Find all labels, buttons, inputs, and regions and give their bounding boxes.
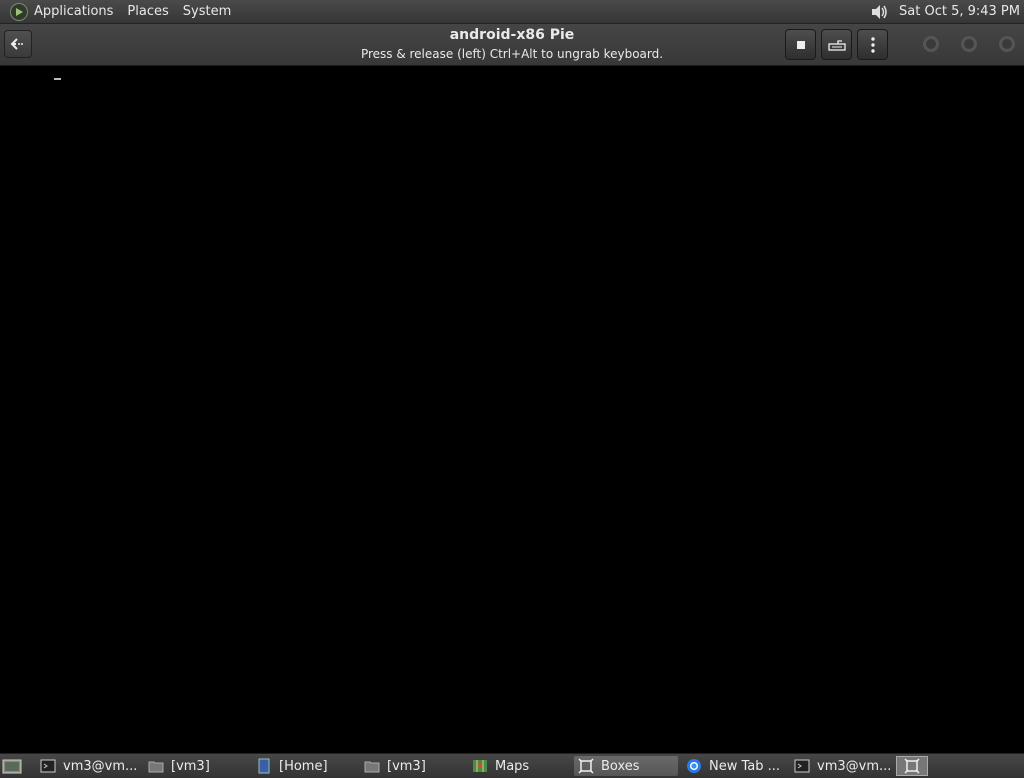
task-maps[interactable]: Maps: [468, 756, 572, 776]
taskbar: vm3@vm... [vm3] [Home] [vm3] Maps Boxes: [0, 753, 1024, 778]
menu-system[interactable]: System: [183, 4, 231, 19]
task-label: vm3@vm...: [817, 758, 892, 774]
folder-icon: [148, 761, 164, 773]
show-desktop-icon[interactable]: [2, 757, 22, 775]
task-home[interactable]: [Home]: [252, 756, 356, 776]
task-folder-vm3-1[interactable]: [vm3]: [144, 756, 248, 776]
text-cursor: [54, 78, 61, 80]
menu-applications[interactable]: Applications: [34, 4, 113, 19]
send-keys-button[interactable]: [821, 29, 852, 60]
stop-button[interactable]: [785, 29, 816, 60]
terminal-icon: [40, 759, 56, 773]
task-terminal-2[interactable]: vm3@vm...: [790, 756, 894, 776]
stop-icon: [796, 40, 805, 49]
window-title: android-x86 Pie: [449, 27, 575, 43]
task-label: [vm3]: [387, 758, 426, 774]
vm-display[interactable]: [0, 66, 1024, 753]
task-terminal-1[interactable]: vm3@vm...: [36, 756, 140, 776]
distro-logo-icon[interactable]: [10, 2, 28, 21]
close-button[interactable]: [999, 36, 1015, 52]
boxes-icon: [578, 758, 594, 774]
task-label: Maps: [495, 758, 530, 774]
task-label: [vm3]: [171, 758, 210, 774]
maximize-button[interactable]: [961, 36, 977, 52]
top-panel: Applications Places System Sat Oct 5, 9:…: [0, 0, 1024, 24]
ungrab-hint: Press & release (left) Ctrl+Alt to ungra…: [360, 47, 664, 61]
task-boxes[interactable]: Boxes: [574, 756, 678, 776]
back-arrow-icon: [10, 38, 23, 50]
back-button[interactable]: [4, 30, 32, 58]
chrome-icon: [687, 759, 701, 773]
task-label: vm3@vm...: [63, 758, 138, 774]
task-label: [Home]: [279, 758, 328, 774]
clock[interactable]: Sat Oct 5, 9:43 PM: [899, 4, 1020, 19]
task-label: Boxes: [601, 758, 640, 774]
map-icon: [473, 760, 487, 772]
terminal-icon: [794, 759, 810, 773]
speaker-icon[interactable]: [869, 2, 889, 22]
menu-places[interactable]: Places: [127, 4, 168, 19]
notebook-icon: [258, 758, 270, 774]
system-tray: Sat Oct 5, 9:43 PM: [869, 2, 1024, 22]
workspace-switcher[interactable]: [896, 756, 928, 776]
title-block: android-x86 Pie Press & release (left) C…: [300, 26, 724, 63]
boxes-icon: [904, 758, 920, 774]
vertical-dots-icon: [870, 36, 875, 53]
task-label: New Tab ...: [709, 758, 781, 774]
folder-icon: [364, 761, 380, 773]
menu-button[interactable]: [857, 29, 888, 60]
boxes-headerbar: android-x86 Pie Press & release (left) C…: [0, 24, 1024, 66]
keyboard-icon: [827, 39, 846, 51]
minimize-button[interactable]: [923, 36, 939, 52]
task-folder-vm3-2[interactable]: [vm3]: [360, 756, 464, 776]
task-new-tab[interactable]: New Tab ...: [682, 756, 786, 776]
